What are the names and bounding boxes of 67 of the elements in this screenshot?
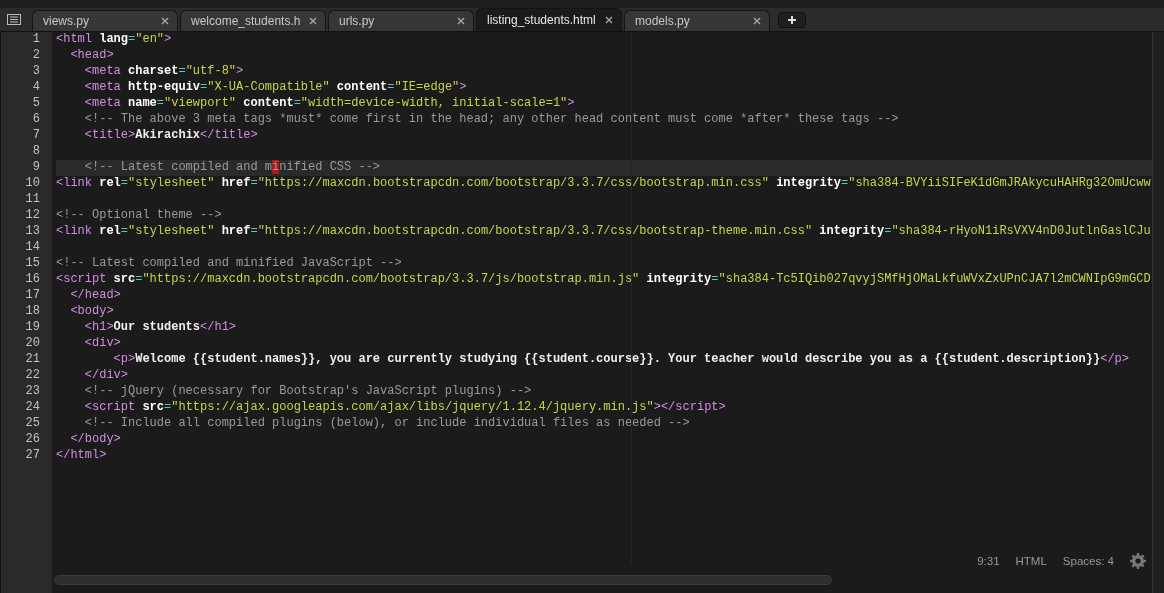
indentation-setting[interactable]: Spaces: 4 xyxy=(1062,555,1114,567)
code-line: <script src="https://maxcdn.bootstrapcdn.com/bootstrap/3.3.7/js/bootstrap.min.js" integrity="sha384-Tc5IQib027qvyjSMfHjOMaLkfuWVxZxUPnCJA7l2mCWNIpG9mGCD xyxy=(56,272,1151,288)
line-number: 16 xyxy=(24,272,41,288)
code-line: <link rel="stylesheet" href="https://maxcdn.bootstrapcdn.com/bootstrap/3.3.7/css/bootstrap.min.css" integrity="sha384-BVYiiSIFeK1dGmJRAkycuHAHRg32OmUcww xyxy=(56,176,1151,192)
line-number: 7 xyxy=(31,128,41,144)
line-number: 8 xyxy=(31,144,41,160)
line-number: 25 xyxy=(24,416,41,432)
settings-icon[interactable] xyxy=(1130,553,1146,569)
file-tab[interactable]: urls.py xyxy=(328,10,474,31)
file-tab[interactable]: listing_students.html xyxy=(476,8,622,31)
code-line: </head> xyxy=(69,288,121,304)
line-number: 19 xyxy=(24,320,41,336)
line-number: 5 xyxy=(31,96,41,112)
code-line: </div> xyxy=(83,368,128,384)
code-line: <!-- Optional theme --> xyxy=(56,208,222,224)
file-tab[interactable]: welcome_students.h xyxy=(180,10,326,31)
line-number: 20 xyxy=(24,336,41,352)
line-number: 26 xyxy=(24,432,41,448)
code-line: <!-- The above 3 meta tags *must* come first in the head; any other head content must come *after* these tags --> xyxy=(83,112,899,128)
horizontal-scrollbar[interactable] xyxy=(54,575,832,585)
line-number: 18 xyxy=(24,304,41,320)
code-line: <link rel="stylesheet" href="https://maxcdn.bootstrapcdn.com/bootstrap/3.3.7/css/bootstrap-theme.min.css" integrity="sha384-rHyoN1iRsVXV4nD0JutlnGaslCJu xyxy=(56,224,1151,240)
code-line: <script src="https://ajax.googleapis.com/ajax/libs/jquery/1.12.4/jquery.min.js"></script> xyxy=(83,400,726,416)
line-number: 13 xyxy=(24,224,41,240)
code-line: </body> xyxy=(69,432,121,448)
close-icon[interactable] xyxy=(753,17,761,25)
line-number: 14 xyxy=(24,240,41,256)
code-line: <div> xyxy=(83,336,121,352)
line-number: 9 xyxy=(31,160,41,176)
close-icon[interactable] xyxy=(161,17,169,25)
line-number: 21 xyxy=(24,352,41,368)
code-line: <!-- jQuery (necessary for Bootstrap's JavaScript plugins) --> xyxy=(83,384,532,400)
line-number: 15 xyxy=(24,256,41,272)
close-icon[interactable] xyxy=(605,16,613,24)
code-line: <meta name="viewport" content="width=device-width, initial-scale=1"> xyxy=(83,96,575,112)
code-line: <!-- Latest compiled and minified JavaScript --> xyxy=(56,256,402,272)
code-line: <!-- Include all compiled plugins (below), or include individual files as needed --> xyxy=(83,416,690,432)
line-number: 22 xyxy=(24,368,41,384)
line-number: 6 xyxy=(31,112,41,128)
line-number: 1 xyxy=(31,32,41,48)
plus-icon xyxy=(787,15,797,25)
code-line: </html> xyxy=(56,448,107,464)
file-tab[interactable]: views.py xyxy=(32,10,178,31)
cursor-position: 9:31 xyxy=(977,555,1000,567)
line-number: 23 xyxy=(24,384,41,400)
code-line: <html lang="en"> xyxy=(56,32,172,48)
code-line: <h1>Our students</h1> xyxy=(83,320,237,336)
close-icon[interactable] xyxy=(309,17,317,25)
code-line: <head> xyxy=(69,48,114,64)
line-number: 3 xyxy=(31,64,41,80)
code-line: <body> xyxy=(69,304,114,320)
new-tab-button[interactable] xyxy=(778,12,806,28)
file-tab[interactable]: models.py xyxy=(624,10,770,31)
line-number: 12 xyxy=(24,208,41,224)
code-line: <p>Welcome {{student.names}}, you are currently studying {{student.course}}. Your teacher would describe you as a {{student.description}}</p> xyxy=(112,352,1129,368)
line-number: 17 xyxy=(24,288,41,304)
line-number: 4 xyxy=(31,80,41,96)
line-number: 11 xyxy=(24,192,41,208)
line-number: 27 xyxy=(24,448,41,464)
code-line: <meta charset="utf-8"> xyxy=(83,64,244,80)
close-icon[interactable] xyxy=(457,17,465,25)
syntax-mode[interactable]: HTML xyxy=(1015,555,1047,567)
code-line: <title>Akirachix</title> xyxy=(83,128,258,144)
code-line: <meta http-equiv="X-UA-Compatible" content="IE=edge"> xyxy=(83,80,467,96)
line-number: 10 xyxy=(24,176,41,192)
line-number: 2 xyxy=(31,48,41,64)
line-number: 24 xyxy=(24,400,41,416)
